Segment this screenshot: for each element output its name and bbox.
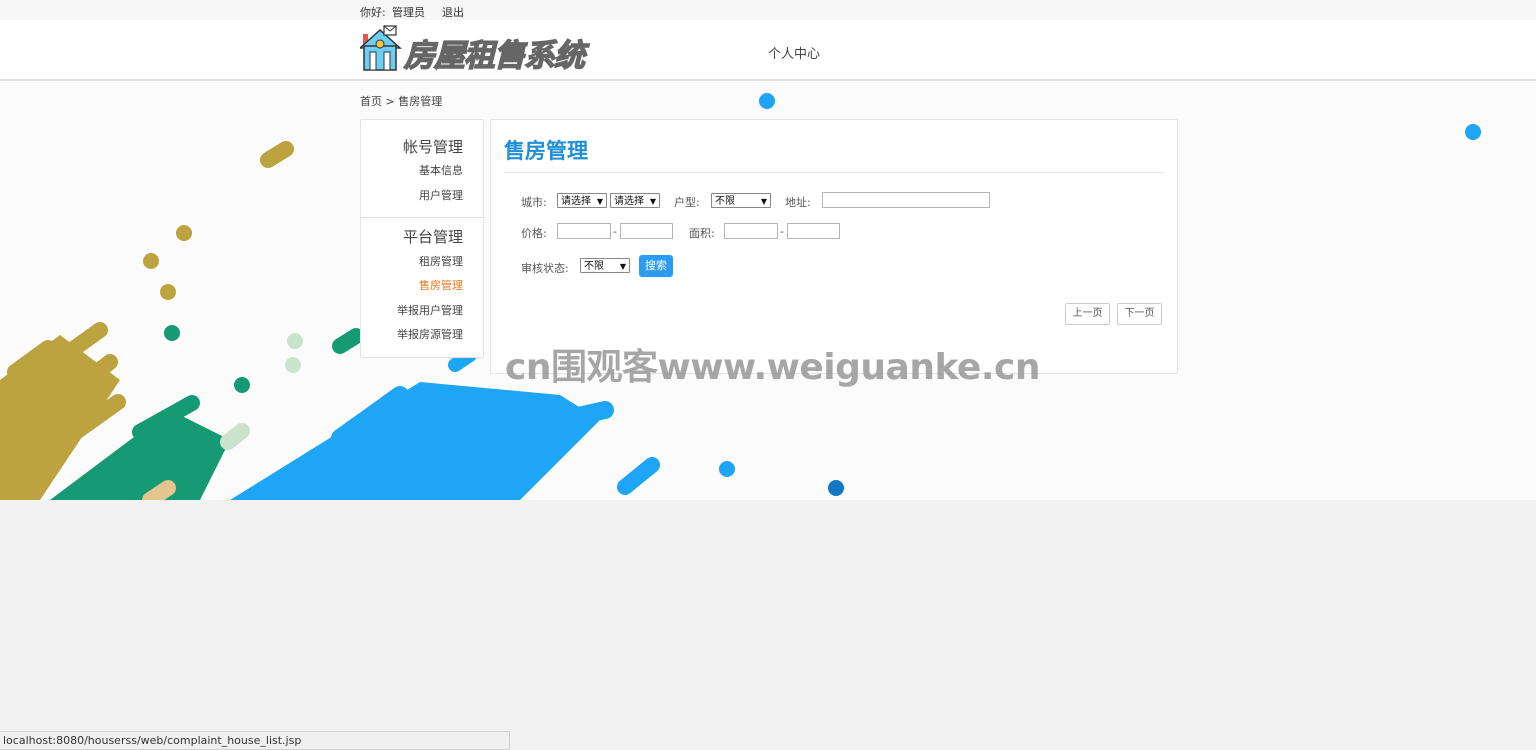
price-range-separator: -	[613, 225, 617, 238]
area-label: 面积:	[689, 227, 715, 240]
breadcrumb: 首页 > 售房管理	[360, 93, 442, 109]
dropdown-arrow-icon: ▼	[760, 197, 767, 206]
area-max-input[interactable]	[787, 223, 840, 239]
sidebar-item-sale-management[interactable]: 售房管理	[419, 277, 463, 293]
logo-text: 房屋租售系统	[403, 37, 585, 74]
price-min-input[interactable]	[557, 223, 611, 239]
address-label: 地址:	[785, 196, 811, 209]
search-button[interactable]: 搜索	[639, 255, 673, 277]
city-select[interactable]: 请选择 ▼	[610, 193, 660, 208]
area-range-separator: -	[780, 225, 784, 238]
title-divider	[504, 172, 1164, 173]
sidebar: 帐号管理 基本信息 用户管理 平台管理 租房管理 售房管理 举报用户管理 举报房…	[360, 119, 484, 358]
status-url: localhost:8080/houserss/web/complaint_ho…	[3, 734, 302, 747]
username-text: 管理员	[392, 6, 425, 19]
sidebar-item-basic-info[interactable]: 基本信息	[419, 162, 463, 178]
price-label: 价格:	[521, 227, 547, 240]
site-header: 房屋租售系统 个人中心	[0, 20, 1536, 81]
dropdown-arrow-icon: ▼	[619, 262, 626, 271]
prev-page-button[interactable]: 上一页	[1065, 303, 1110, 325]
watermark-text: cn围观客www.weiguanke.cn	[505, 347, 1041, 388]
page-title: 售房管理	[504, 139, 588, 163]
room-type-select-value: 不限	[715, 196, 735, 207]
next-page-button[interactable]: 下一页	[1117, 303, 1162, 325]
city-label: 城市:	[521, 196, 547, 209]
review-status-select[interactable]: 不限 ▼	[580, 258, 630, 273]
sidebar-group-platform: 平台管理	[402, 228, 463, 246]
price-max-input[interactable]	[620, 223, 673, 239]
review-status-label: 审核状态:	[521, 262, 569, 275]
province-select[interactable]: 请选择 ▼	[557, 193, 607, 208]
room-type-select[interactable]: 不限 ▼	[711, 193, 771, 208]
sidebar-item-report-listings[interactable]: 举报房源管理	[397, 326, 463, 342]
dropdown-arrow-icon: ▼	[649, 197, 656, 206]
browser-status-bar: localhost:8080/houserss/web/complaint_ho…	[0, 731, 510, 750]
site-logo[interactable]: 房屋租售系统	[360, 24, 610, 75]
sidebar-divider	[361, 217, 483, 218]
sidebar-item-rental-management[interactable]: 租房管理	[419, 253, 463, 269]
top-bar: 你好: 管理员 退出	[0, 0, 1536, 20]
review-status-select-value: 不限	[584, 261, 604, 272]
logout-link[interactable]: 退出	[442, 4, 464, 20]
sidebar-item-report-users[interactable]: 举报用户管理	[397, 302, 463, 318]
province-select-value: 请选择	[561, 196, 591, 207]
breadcrumb-home[interactable]: 首页	[360, 95, 382, 108]
greeting-text: 你好:	[360, 6, 386, 19]
address-input[interactable]	[822, 192, 990, 208]
breadcrumb-separator: >	[385, 95, 395, 108]
sidebar-group-account: 帐号管理	[402, 138, 463, 156]
nav-personal-center[interactable]: 个人中心	[768, 43, 820, 62]
sidebar-item-user-management[interactable]: 用户管理	[419, 187, 463, 203]
dropdown-arrow-icon: ▼	[596, 197, 603, 206]
area-min-input[interactable]	[724, 223, 778, 239]
house-icon	[360, 25, 402, 71]
breadcrumb-current: 售房管理	[398, 95, 443, 108]
room-type-label: 户型:	[674, 196, 700, 209]
city-select-value: 请选择	[614, 196, 644, 207]
main-panel: 售房管理 城市: 请选择 ▼ 请选择 ▼ 户型: 不限 ▼ 地址: 价格: - 面积:…	[490, 119, 1178, 374]
